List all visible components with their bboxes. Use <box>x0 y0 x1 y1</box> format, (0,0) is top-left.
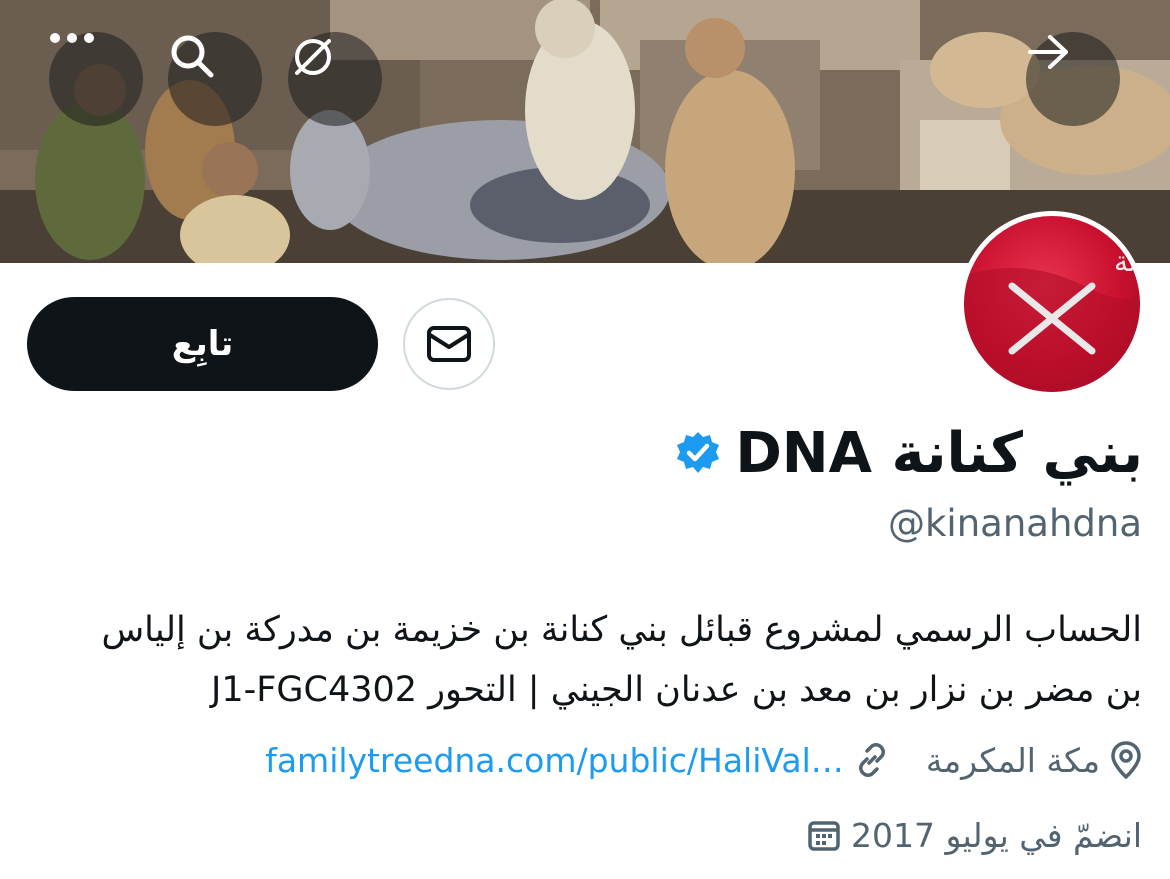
location-text: مكة المكرمة <box>925 740 1100 780</box>
more-button[interactable] <box>49 32 143 126</box>
verified-badge-icon[interactable] <box>675 430 721 476</box>
more-icon <box>50 33 94 43</box>
website-link[interactable]: familytreedna.com/public/HaliVal… <box>265 741 844 780</box>
profile-bio: الحساب الرسمي لمشروع قبائل بني كنانة بن … <box>27 600 1142 720</box>
website-item[interactable]: familytreedna.com/public/HaliVal… <box>265 741 890 780</box>
user-handle: @kinanahdna <box>887 502 1142 545</box>
location-pin-icon <box>1111 741 1141 779</box>
bio-line: بن مضر بن نزار بن معد بن عدنان الجيني | … <box>211 670 1142 710</box>
message-button[interactable] <box>403 298 495 390</box>
forward-button[interactable] <box>1026 32 1120 126</box>
crossed-swords-emblem: قبائل كنانة بن الجد <box>964 245 1140 392</box>
follow-button[interactable]: تابِع <box>27 297 378 391</box>
display-name-row: بني كنانة DNA <box>675 418 1143 488</box>
location-item: مكة المكرمة <box>926 741 1142 780</box>
bio-line: الحساب الرسمي لمشروع قبائل بني كنانة بن … <box>101 610 1142 650</box>
slash-circle-icon <box>295 39 331 75</box>
profile-meta-row: مكة المكرمة familytreedna.com/public/Hal… <box>265 733 1142 787</box>
avatar-image: قبائل كنانة بن الجد <box>964 216 1140 392</box>
profile-banner[interactable] <box>0 0 1170 263</box>
search-button[interactable] <box>168 32 262 126</box>
calendar-icon <box>808 821 840 851</box>
joined-text: انضمّ في يوليو 2017 <box>851 815 1142 855</box>
avatar-text-bottom: بن الجد <box>1129 355 1140 388</box>
arrow-right-icon <box>1028 35 1068 69</box>
link-icon <box>858 743 885 777</box>
display-name: بني كنانة DNA <box>735 420 1143 486</box>
search-icon <box>171 35 214 78</box>
mail-icon <box>427 326 471 362</box>
profile-avatar[interactable]: قبائل كنانة بن الجد <box>959 211 1145 397</box>
grok-button[interactable] <box>288 32 382 126</box>
joined-row: انضمّ في يوليو 2017 <box>807 808 1142 862</box>
